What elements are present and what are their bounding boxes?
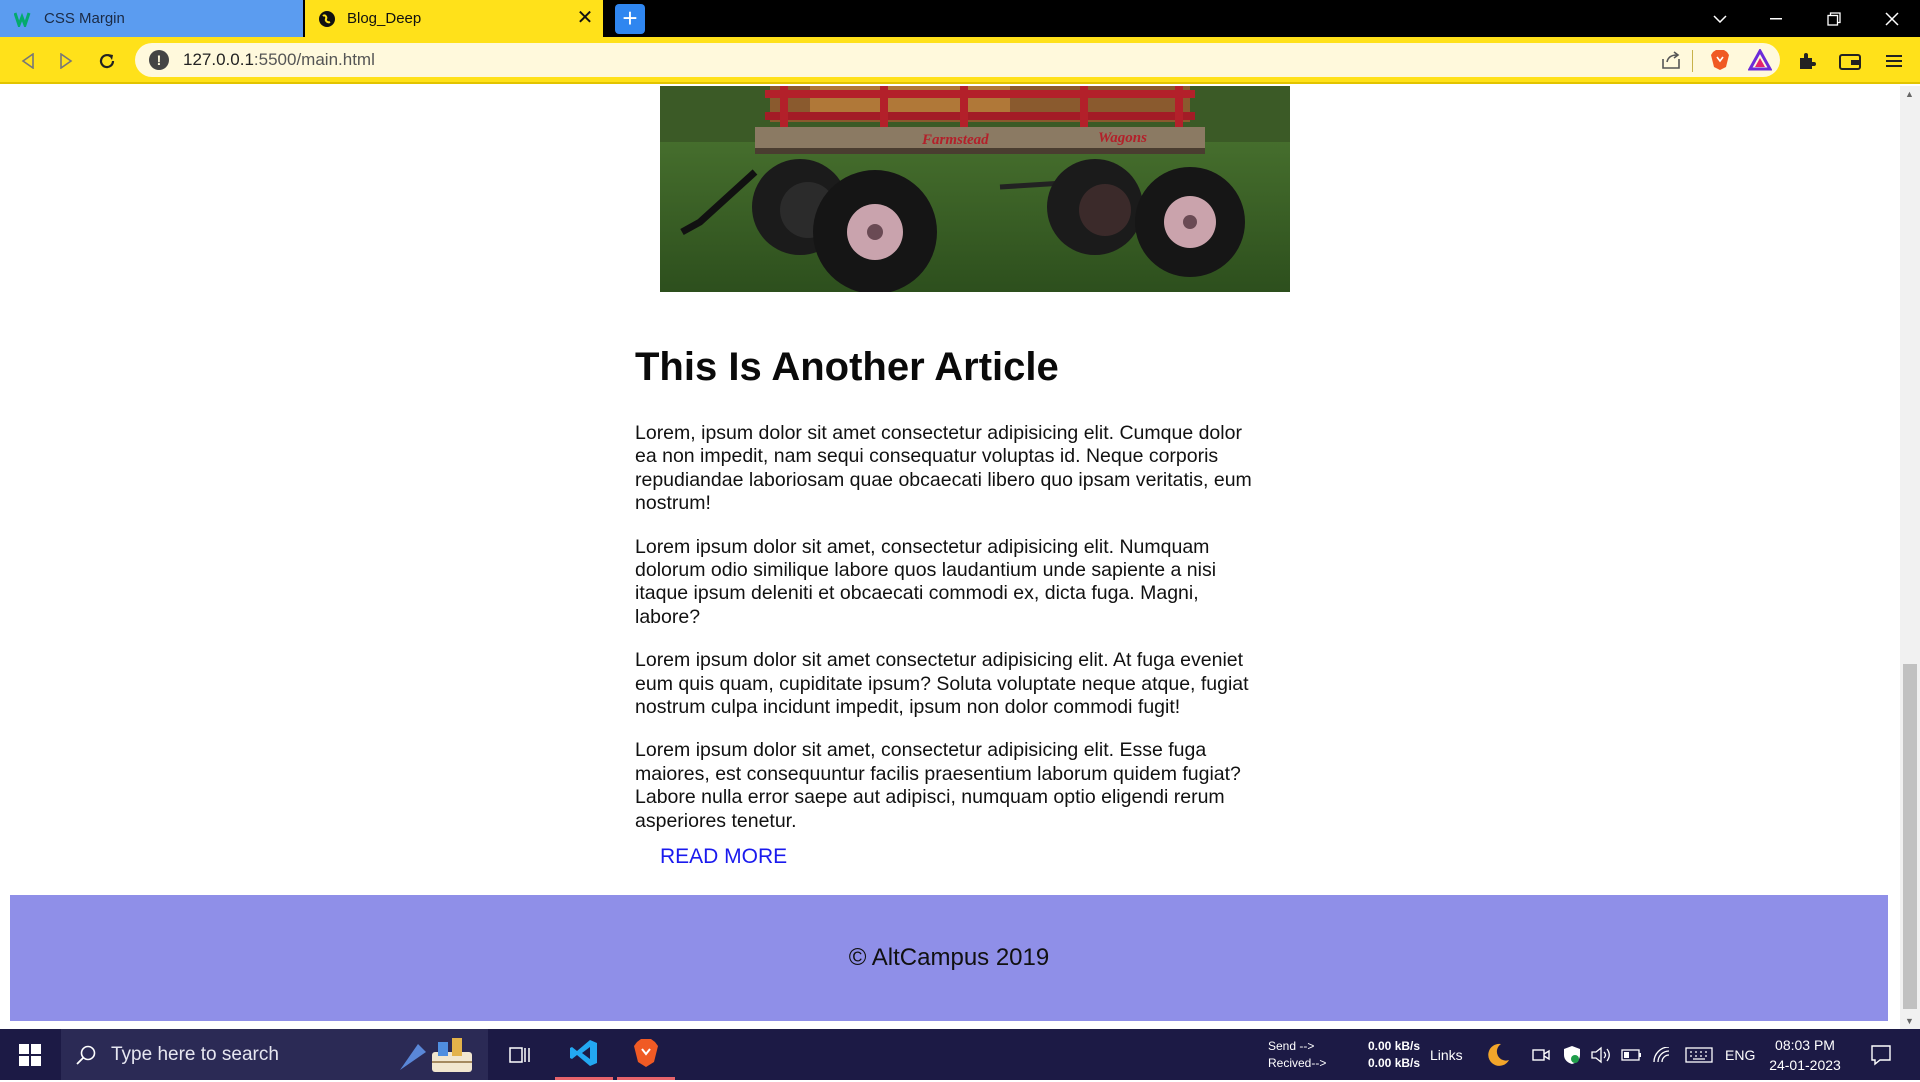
net-recv-value: 0.00 kB/s bbox=[1368, 1056, 1421, 1070]
share-icon[interactable] bbox=[1660, 50, 1682, 70]
scroll-up-arrow-icon[interactable]: ▲ bbox=[1905, 89, 1914, 99]
tab-css-margin[interactable]: CSS Margin bbox=[0, 0, 303, 37]
close-window-icon[interactable] bbox=[1864, 0, 1920, 37]
search-icon bbox=[76, 1045, 96, 1065]
net-speed-labels: Send --> Recived--> bbox=[1268, 1038, 1326, 1072]
keyboard-icon[interactable] bbox=[1684, 1044, 1714, 1066]
new-tab-button[interactable]: + bbox=[615, 4, 645, 34]
article-paragraph: Lorem ipsum dolor sit amet, consectetur … bbox=[635, 739, 1241, 832]
wallet-icon[interactable] bbox=[1836, 47, 1864, 75]
clock-time: 08:03 PM bbox=[1775, 1037, 1835, 1053]
site-info-icon[interactable]: ! bbox=[149, 50, 169, 70]
article-image: Farmstead Wagons bbox=[660, 86, 1290, 292]
browser-tab-strip: CSS Margin Blog_Deep ✕ + bbox=[0, 0, 1920, 37]
taskbar-search-box[interactable]: Type here to search bbox=[61, 1029, 488, 1080]
links-toolbar[interactable]: Links bbox=[1430, 1029, 1463, 1080]
page-footer: © AltCampus 2019 bbox=[10, 895, 1888, 1021]
net-recv-label: Recived--> bbox=[1268, 1056, 1327, 1070]
brave-shields-icon[interactable] bbox=[1710, 49, 1730, 76]
brave-taskbar-icon[interactable] bbox=[617, 1029, 675, 1080]
wagon-brand-left: Farmstead bbox=[921, 132, 989, 148]
read-more-link[interactable]: READ MORE bbox=[660, 845, 787, 869]
notifications-icon[interactable] bbox=[1868, 1042, 1894, 1068]
search-placeholder: Type here to search bbox=[111, 1043, 279, 1065]
url-path: :5500/main.html bbox=[253, 50, 375, 69]
address-toolbar: ! 127.0.0.1:5500/main.html bbox=[0, 37, 1920, 84]
url-host: 127.0.0.1 bbox=[183, 50, 254, 69]
reload-icon[interactable] bbox=[91, 45, 123, 77]
page-viewport: Farmstead Wagons This Is Another Article… bbox=[0, 86, 1900, 1029]
vscode-taskbar-icon[interactable] bbox=[555, 1029, 613, 1080]
page-scrollbar[interactable]: ▲ ▼ bbox=[1900, 86, 1920, 1029]
language-indicator[interactable]: ENG bbox=[1725, 1029, 1755, 1080]
search-highlight-icon bbox=[392, 1034, 478, 1082]
wagon-brand-right: Wagons bbox=[1098, 130, 1147, 146]
battery-icon[interactable] bbox=[1621, 1044, 1643, 1066]
w3schools-icon bbox=[14, 9, 34, 29]
security-shield-icon[interactable] bbox=[1561, 1044, 1583, 1066]
tab-title: CSS Margin bbox=[44, 10, 125, 27]
start-button[interactable] bbox=[0, 1029, 60, 1080]
wifi-icon[interactable] bbox=[1652, 1044, 1674, 1066]
globe-icon bbox=[317, 9, 337, 29]
article-paragraph: Lorem ipsum dolor sit amet consectetur a… bbox=[635, 649, 1249, 719]
net-speed-values: 0.00 kB/s 0.00 kB/s bbox=[1368, 1038, 1420, 1072]
task-view-icon[interactable] bbox=[491, 1029, 549, 1080]
tab-title: Blog_Deep bbox=[347, 10, 422, 27]
extensions-icon[interactable] bbox=[1793, 47, 1821, 75]
close-tab-icon[interactable]: ✕ bbox=[575, 8, 595, 28]
volume-icon[interactable] bbox=[1590, 1044, 1612, 1066]
footer-copyright: © AltCampus 2019 bbox=[848, 944, 1050, 971]
scrollbar-thumb[interactable] bbox=[1903, 664, 1917, 1009]
menu-icon[interactable] bbox=[1880, 47, 1908, 75]
url-bar[interactable]: ! 127.0.0.1:5500/main.html bbox=[135, 43, 1780, 77]
toolbar-divider bbox=[1692, 50, 1693, 72]
article-title: This Is Another Article bbox=[635, 345, 1059, 389]
meet-now-icon[interactable] bbox=[1530, 1044, 1552, 1066]
net-send-label: Send --> bbox=[1268, 1039, 1315, 1053]
restore-icon[interactable] bbox=[1806, 0, 1862, 37]
brave-rewards-icon[interactable] bbox=[1747, 47, 1773, 76]
taskbar-clock[interactable]: 08:03 PM 24-01-2023 bbox=[1768, 1035, 1842, 1075]
minimize-icon[interactable] bbox=[1748, 0, 1804, 37]
forward-icon[interactable] bbox=[50, 45, 82, 77]
weather-moon-icon[interactable] bbox=[1484, 1041, 1512, 1069]
article-paragraph: Lorem ipsum dolor sit amet, consectetur … bbox=[635, 535, 1217, 628]
net-send-value: 0.00 kB/s bbox=[1368, 1039, 1421, 1053]
tab-search-chevron-icon[interactable] bbox=[1692, 0, 1748, 37]
tab-blog-deep[interactable]: Blog_Deep ✕ bbox=[305, 0, 603, 37]
wagon-photo: Farmstead Wagons bbox=[660, 86, 1290, 292]
windows-taskbar: Type here to search Send --> Recived--> … bbox=[0, 1029, 1920, 1080]
article-paragraph: Lorem, ipsum dolor sit amet consectetur … bbox=[635, 422, 1252, 515]
article: This Is Another Article Lorem, ipsum dol… bbox=[635, 344, 1265, 853]
clock-date: 24-01-2023 bbox=[1769, 1057, 1841, 1073]
back-icon[interactable] bbox=[12, 45, 44, 77]
scroll-down-arrow-icon[interactable]: ▼ bbox=[1905, 1016, 1914, 1026]
windows-logo-icon bbox=[19, 1043, 41, 1066]
